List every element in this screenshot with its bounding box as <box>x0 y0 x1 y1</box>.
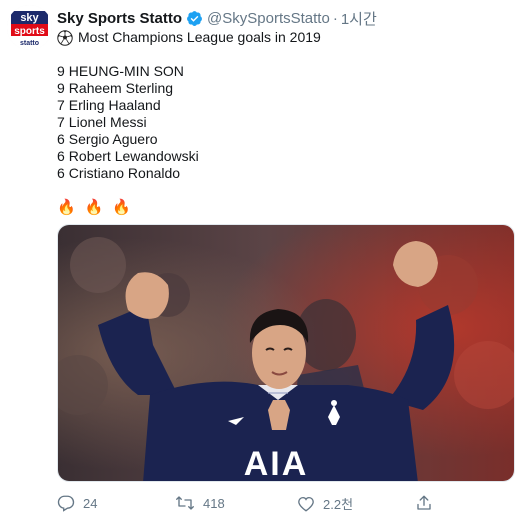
retweet-count: 418 <box>203 495 225 511</box>
goal-count: 7 <box>57 114 65 130</box>
tweet-photo[interactable]: AIA <box>57 224 515 482</box>
tweet-text: Most Champions League goals in 2019 9 HEU… <box>57 29 507 219</box>
fire-icon: 🔥 <box>112 199 132 216</box>
tweet-header: Sky Sports Statto @SkySportsStatto · 1시간 <box>57 8 377 28</box>
player-name: HEUNG-MIN SON <box>68 63 184 79</box>
tweet-title: Most Champions League goals in 2019 <box>78 29 321 45</box>
fire-emoji-row: 🔥 🔥 🔥 <box>57 199 507 219</box>
ranking-row: 6 Sergio Aguero <box>57 131 507 148</box>
fire-icon: 🔥 <box>84 199 104 216</box>
separator-dot: · <box>332 9 338 27</box>
player-name: Lionel Messi <box>68 114 147 130</box>
player-name: Erling Haaland <box>68 97 161 113</box>
heart-icon <box>297 495 315 513</box>
retweet-icon <box>175 494 195 512</box>
ranking-row: 7 Lionel Messi <box>57 114 507 131</box>
player-celebration-photo: AIA <box>58 225 514 482</box>
share-icon <box>415 494 433 512</box>
avatar[interactable]: sky sports statto <box>7 5 52 50</box>
goal-count: 9 <box>57 80 65 96</box>
reply-count: 24 <box>83 495 98 511</box>
ranking-row: 9 HEUNG-MIN SON <box>57 63 507 80</box>
goal-count: 9 <box>57 63 65 79</box>
player-name: Raheem Sterling <box>68 80 174 96</box>
player-name: Robert Lewandowski <box>68 148 199 164</box>
goal-ranking-list: 9 HEUNG-MIN SON 9 Raheem Sterling 7 Erling … <box>57 63 507 182</box>
display-name[interactable]: Sky Sports Statto <box>57 10 182 27</box>
goal-count: 6 <box>57 148 65 164</box>
like-button[interactable]: 2.2천 <box>297 494 353 513</box>
retweet-button[interactable]: 418 <box>175 494 225 512</box>
reply-icon <box>57 494 75 512</box>
fire-icon: 🔥 <box>57 199 76 216</box>
goal-count: 6 <box>57 131 65 147</box>
user-handle[interactable]: @SkySportsStatto <box>207 10 330 27</box>
tweet-title-line: Most Champions League goals in 2019 <box>57 29 507 46</box>
timestamp[interactable]: 1시간 <box>341 8 377 29</box>
verified-badge-icon <box>186 10 203 27</box>
svg-text:sky: sky <box>20 12 39 24</box>
reply-button[interactable]: 24 <box>57 494 97 512</box>
tweet-actions: 24 418 2.2천 <box>57 494 437 514</box>
ranking-row: 6 Cristiano Ronaldo <box>57 165 507 182</box>
ranking-row: 9 Raheem Sterling <box>57 80 507 97</box>
sky-sports-statto-logo: sky sports statto <box>7 5 52 50</box>
player-name: Sergio Aguero <box>68 131 158 147</box>
svg-text:sports: sports <box>14 26 45 37</box>
goal-count: 7 <box>57 97 65 113</box>
ranking-row: 6 Robert Lewandowski <box>57 148 507 165</box>
share-button[interactable] <box>415 494 433 512</box>
svg-text:statto: statto <box>20 40 39 47</box>
like-count: 2.2천 <box>323 497 354 512</box>
ranking-row: 7 Erling Haaland <box>57 97 507 114</box>
soccer-ball-icon <box>57 29 73 46</box>
shirt-sponsor-text: AIA <box>244 445 309 482</box>
player-name: Cristiano Ronaldo <box>68 165 181 181</box>
goal-count: 6 <box>57 165 65 181</box>
